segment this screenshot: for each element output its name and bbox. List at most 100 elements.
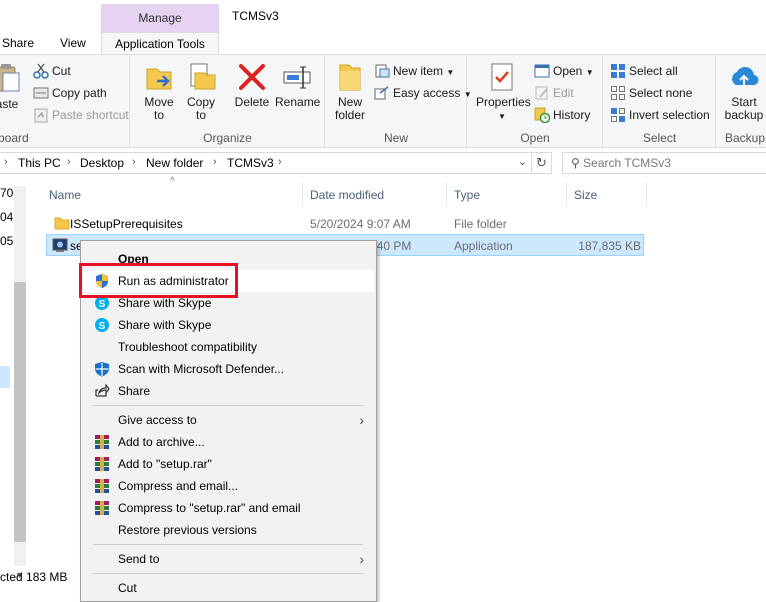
- column-header-size[interactable]: Size: [574, 188, 597, 202]
- clipboard-group-label: board: [0, 131, 29, 145]
- scissors-icon: [33, 63, 49, 79]
- start-backup-button[interactable]: Start backup: [721, 61, 766, 122]
- menu-item-add-to-archive[interactable]: Add to archive...: [83, 431, 374, 453]
- search-input[interactable]: ⚲ Search TCMSv3: [562, 152, 766, 174]
- menu-item-give-access-to[interactable]: Give access to ›: [83, 409, 374, 431]
- search-icon: ⚲: [571, 156, 580, 170]
- menu-item-restore-previous-versions[interactable]: Restore previous versions: [83, 519, 374, 541]
- submenu-arrow-icon: ›: [359, 551, 364, 567]
- winrar-icon: [94, 456, 110, 472]
- history-button[interactable]: History: [534, 105, 590, 125]
- select-none-button[interactable]: Select none: [610, 83, 692, 103]
- chevron-down-icon: ▼: [585, 68, 594, 77]
- tab-application-tools[interactable]: Application Tools: [101, 32, 219, 55]
- svg-text:S: S: [99, 321, 106, 332]
- breadcrumb-desktop[interactable]: Desktop: [80, 156, 124, 170]
- copy-to-icon: [185, 61, 217, 93]
- file-type: File folder: [454, 217, 507, 231]
- nav-scrollbar-thumb[interactable]: [14, 282, 26, 542]
- address-dropdown-icon[interactable]: ⌄: [518, 155, 527, 168]
- column-header-date-modified[interactable]: Date modified: [310, 188, 384, 202]
- nav-selected-item[interactable]: [0, 366, 10, 388]
- open-group: Properties ▼ Open ▼ Edit History Open: [468, 55, 603, 147]
- history-icon: [534, 107, 551, 124]
- folder-icon: [54, 216, 70, 230]
- properties-icon: [486, 61, 518, 93]
- nav-scrollbar[interactable]: ▼: [14, 186, 26, 580]
- easy-access-button[interactable]: Easy access ▼: [374, 83, 472, 103]
- file-row[interactable]: ISSetupPrerequisites 5/20/2024 9:07 AM F…: [46, 213, 644, 235]
- ribbon-tabs-row: Manage TCMSv3 Share View Application Too…: [0, 0, 766, 55]
- new-item-button[interactable]: New item ▼: [374, 61, 454, 81]
- column-divider[interactable]: [302, 182, 303, 206]
- tab-share[interactable]: Share: [0, 32, 42, 54]
- edit-button[interactable]: Edit: [534, 83, 574, 103]
- new-folder-button[interactable]: New folder: [332, 61, 368, 122]
- new-item-icon: [374, 63, 390, 79]
- invert-selection-button[interactable]: Invert selection: [610, 105, 710, 125]
- menu-item-compress-and-email[interactable]: Compress and email...: [83, 475, 374, 497]
- ribbon: aste Cut Copy path Paste shortcut board …: [0, 54, 766, 148]
- defender-icon: [94, 361, 110, 377]
- backup-group: Start backup Backup: [717, 55, 766, 147]
- refresh-button[interactable]: ↻: [532, 152, 552, 174]
- edit-icon: [534, 85, 550, 101]
- menu-item-send-to[interactable]: Send to ›: [83, 548, 374, 570]
- column-divider[interactable]: [446, 182, 447, 206]
- properties-button[interactable]: Properties ▼: [476, 61, 531, 123]
- share-icon: [94, 383, 110, 399]
- menu-item-cut[interactable]: Cut: [83, 577, 374, 599]
- clipboard-icon: [0, 61, 23, 93]
- cut-button[interactable]: Cut: [33, 61, 71, 81]
- copy-path-icon: [33, 85, 49, 101]
- select-group: Select all Select none Invert selection …: [604, 55, 716, 147]
- file-date: 5/20/2024 9:07 AM: [310, 217, 411, 231]
- move-to-icon: [143, 61, 175, 93]
- menu-item-troubleshoot-compatibility[interactable]: Troubleshoot compatibility: [83, 336, 374, 358]
- manage-contextual-header: Manage: [101, 4, 219, 32]
- paste-shortcut-button[interactable]: Paste shortcut: [33, 105, 129, 125]
- menu-item-share-with-skype[interactable]: S Share with Skype: [83, 314, 374, 336]
- copy-to-button[interactable]: Copy to: [183, 61, 219, 122]
- delete-x-icon: [236, 61, 268, 93]
- select-all-icon: [610, 63, 626, 79]
- menu-item-compress-to-setup-rar-and-email[interactable]: Compress to "setup.rar" and email: [83, 497, 374, 519]
- sort-ascending-icon: ^: [170, 176, 175, 187]
- breadcrumb-tcmsv3[interactable]: TCMSv3: [227, 156, 274, 170]
- select-all-button[interactable]: Select all: [610, 61, 678, 81]
- paste-shortcut-icon: [33, 107, 49, 123]
- menu-item-share[interactable]: Share: [83, 380, 374, 402]
- file-size: 187,835 KB: [578, 239, 641, 253]
- clipboard-group: aste Cut Copy path Paste shortcut board: [0, 55, 130, 147]
- chevron-down-icon: ▼: [446, 68, 455, 77]
- address-bar[interactable]: › This PC › Desktop › New folder › TCMSv…: [0, 152, 532, 174]
- rename-button[interactable]: Rename: [275, 61, 320, 109]
- paste-button[interactable]: aste: [0, 61, 24, 111]
- select-none-icon: [610, 85, 626, 101]
- delete-button[interactable]: Delete: [233, 61, 271, 109]
- menu-separator: [93, 544, 363, 545]
- address-row: › This PC › Desktop › New folder › TCMSv…: [0, 148, 766, 178]
- file-name: ISSetupPrerequisites: [70, 217, 183, 231]
- menu-item-add-to-setup-rar[interactable]: Add to "setup.rar": [83, 453, 374, 475]
- breadcrumb-chevron-icon: ›: [278, 156, 282, 168]
- refresh-icon: ↻: [536, 155, 547, 170]
- file-type: Application: [454, 239, 513, 253]
- breadcrumb-chevron-icon: ›: [4, 156, 8, 168]
- column-header-name[interactable]: Name: [49, 188, 81, 202]
- menu-separator: [93, 405, 363, 406]
- column-header-type[interactable]: Type: [454, 188, 480, 202]
- move-to-button[interactable]: Move to: [141, 61, 177, 122]
- open-group-label: Open: [520, 131, 550, 145]
- navigation-pane: 700 043 050 ▼: [0, 178, 30, 602]
- column-divider[interactable]: [566, 182, 567, 206]
- breadcrumb-this-pc[interactable]: This PC: [18, 156, 61, 170]
- organize-group-label: Organize: [203, 131, 252, 145]
- breadcrumb-new-folder[interactable]: New folder: [146, 156, 203, 170]
- menu-item-scan-with-defender[interactable]: Scan with Microsoft Defender...: [83, 358, 374, 380]
- column-divider[interactable]: [646, 182, 647, 206]
- tab-view[interactable]: View: [52, 32, 94, 54]
- copy-path-button[interactable]: Copy path: [33, 83, 107, 103]
- open-button[interactable]: Open ▼: [534, 61, 594, 81]
- backup-group-label: Backup: [725, 131, 766, 145]
